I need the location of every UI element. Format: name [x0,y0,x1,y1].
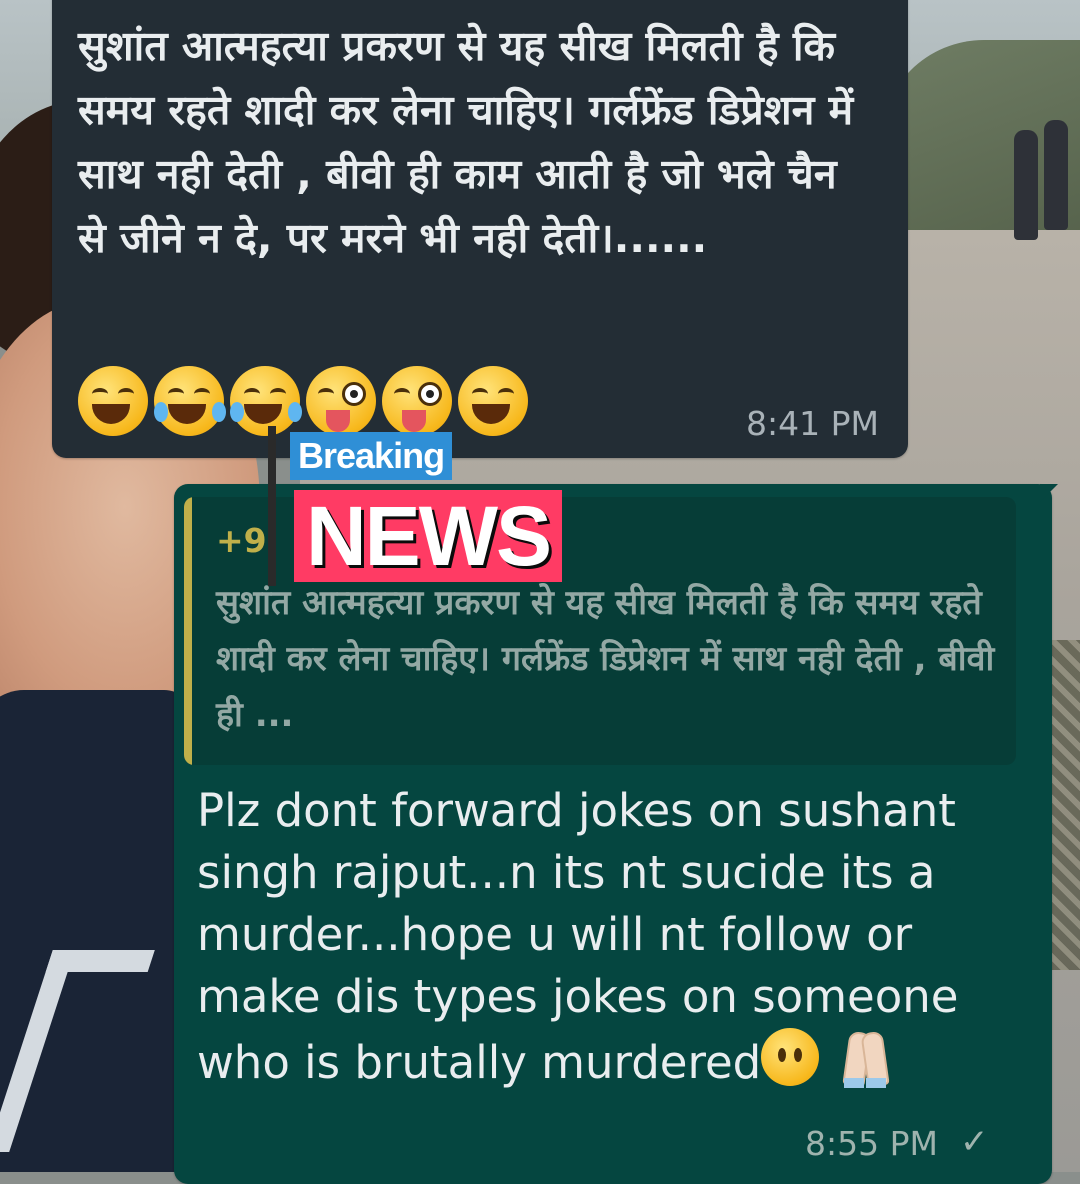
outgoing-bubble-tail [1040,484,1058,502]
incoming-message-time: 8:41 PM [746,404,879,443]
bystander-figure [1044,120,1068,230]
outgoing-message-text-block: Plz dont forward jokes on sushant singh … [197,780,1017,1094]
sticker-pole [268,426,276,586]
sent-check-icon: ✓ [960,1122,989,1162]
bystander-figure [1014,130,1038,240]
incoming-message-text: सुशांत आत्महत्या प्रकरण से यह सीख मिलती … [78,22,854,262]
breaking-news-sticker: Breaking NEWS [268,426,588,586]
laughing-squint-emoji-icon [76,364,152,440]
outgoing-message-time: 8:55 PM [805,1124,938,1163]
sticker-breaking-label: Breaking [290,432,453,480]
folded-hands-emoji-icon [838,1028,900,1090]
sticker-news-label: NEWS [294,490,562,582]
quoted-sender-number: +9 [216,521,267,560]
quote-accent-bar [184,497,192,765]
quoted-message-text: सुशांत आत्महत्या प्रकरण से यह सीख मिलती … [216,583,995,735]
neutral-face-emoji-icon [761,1028,823,1090]
wallpaper-bystanders [1010,120,1080,250]
tears-of-joy-emoji-icon [152,364,228,440]
